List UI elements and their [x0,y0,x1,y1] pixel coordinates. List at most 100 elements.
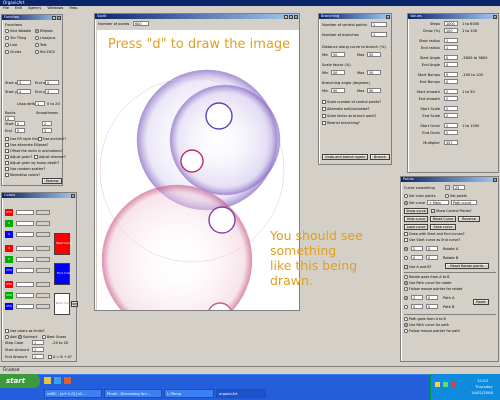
values-row-field[interactable]: 0 [444,79,458,84]
rotate-b-y-field[interactable]: 0 [426,255,438,260]
taskbar-item[interactable]: Phobi - Discussing Ani... [104,389,162,398]
taskbar-item-active[interactable]: organicArt [216,389,266,398]
use-a-and-b-checkbox[interactable]: ✓ Use A and B? [404,265,431,269]
rotate-b-x-field[interactable]: 0 [411,255,423,260]
best-guess-radio[interactable]: Best Guess [42,335,66,339]
path-b-radio[interactable] [404,305,408,309]
rotate-a-y-field[interactable]: 0 [426,246,438,251]
color-channel-spinner[interactable] [36,257,50,262]
color-channel-field[interactable] [16,304,34,309]
branches-field[interactable]: 1 [371,32,387,37]
function-checkbox[interactable]: Normalise colors? [5,173,40,177]
function-radio[interactable]: Circles [5,50,21,54]
branching-checkbox[interactable]: Scale factor as branch point? [322,114,376,118]
color-channel-spinner[interactable] [36,268,50,273]
menu-file[interactable]: File [3,6,9,11]
use-colors-limits-checkbox[interactable]: Use colors as limits? [5,329,45,333]
color-channel-field[interactable] [16,268,34,273]
color-channel-field[interactable] [16,210,34,215]
start-amount-field[interactable]: 1 [32,347,44,352]
function-checkbox[interactable]: Use archim2? [38,137,66,141]
values-row-field[interactable]: 2 [444,130,458,135]
end-amount-field[interactable]: 1 [32,354,44,359]
number-of-points-field[interactable]: 600 [133,21,149,26]
set-points-radio[interactable]: Set points [445,194,467,198]
minimize-icon[interactable]: _ [284,14,288,19]
values-row-field[interactable]: 2 [444,106,458,111]
rotate-b-radio[interactable] [404,256,408,260]
path-a-x-field[interactable]: 2 [411,295,423,300]
menu-edit[interactable]: Edit [15,6,22,11]
rotate-goes-radio[interactable]: Rotate goes from A to B [404,275,450,279]
color-channel-field[interactable] [16,246,34,251]
color-channel-field[interactable] [16,232,34,237]
values-row-field[interactable]: 1000 [444,21,458,26]
menu-help[interactable]: Help [69,6,77,11]
path-curve-select[interactable]: Path curve [451,200,477,205]
scale-max-field[interactable]: 50 [367,70,381,75]
values-row-field[interactable]: 100 [444,28,458,33]
end-a-field[interactable]: 5 [45,80,59,85]
quick-launch-icon[interactable] [44,377,51,384]
smooth-end-field[interactable]: 3 [42,128,52,133]
path-a-radio[interactable] [404,296,408,300]
menu-windows[interactable]: Windows [47,6,63,11]
redraw-button[interactable]: Redraw [42,178,62,184]
reverse-button[interactable]: Reverse [458,216,480,222]
values-row-field[interactable]: 1 [444,45,458,50]
function-checkbox[interactable]: Offset the rocks in animations? [5,149,63,153]
start-field[interactable]: 0 [15,121,25,126]
color-channel-spinner[interactable] [36,293,50,298]
path-a-y-field[interactable]: 0 [426,295,438,300]
set-color-button[interactable]: Set [71,301,78,307]
scale-min-field[interactable]: 50 [331,70,345,75]
curve-smoothing-field[interactable]: 25 [453,185,465,190]
values-row-field[interactable]: 2 [444,96,458,101]
quick-launch-icon[interactable] [54,377,61,384]
path-b-y-field[interactable]: 0 [426,304,438,309]
color-channel-spinner[interactable] [36,282,50,287]
minimize-icon[interactable]: _ [52,15,56,20]
close-icon[interactable]: x [294,14,298,19]
show-curve-button[interactable]: Show curve [404,208,428,214]
angle-max-field[interactable]: 90 [367,88,381,93]
values-row-field[interactable]: 0 [444,62,458,67]
reset-rotate-points-button[interactable]: Reset Rotate points [445,263,489,269]
end-field[interactable]: 0 [15,128,25,133]
use-path-rotate-radio[interactable]: Use Path curve for rotate [404,281,451,285]
save-curve-button[interactable]: Save curve [430,224,456,230]
branching-checkbox[interactable]: Restrict branching? [322,121,360,125]
a-equals-b-plus-a-checkbox[interactable]: A = B + A? [48,355,72,359]
color-channel-spinner[interactable] [36,304,50,309]
dist-min-field[interactable]: 50 [331,52,345,57]
values-row-field[interactable]: 0 [444,55,458,60]
curve-smoothing-slider[interactable] [445,185,450,190]
main-select[interactable]: + Main [427,200,449,205]
end-y-field[interactable]: 4 [45,89,59,94]
function-radio[interactable]: fil/c1303 [35,50,55,54]
close-icon[interactable]: x [71,193,75,198]
follow-mouse-rotate-radio[interactable]: Follow mouse pointer for rotate [404,287,462,291]
reset-curve-button[interactable]: Reset Curve [430,216,456,222]
follow-mouse-path-radio[interactable]: Follow mouse pointer for path [404,329,460,333]
step-color-field[interactable]: 1 [32,340,44,345]
function-radio[interactable]: Lissajous [35,36,55,40]
set-curve-radio[interactable]: Set curve [404,201,425,205]
path-b-x-field[interactable]: 0 [411,304,423,309]
menu-agency[interactable]: Agency [28,6,41,11]
color-channel-field[interactable] [16,221,34,226]
lissa-delta-field[interactable]: 1 [35,101,45,106]
drawing-canvas[interactable] [97,30,299,310]
color-channel-field[interactable] [16,282,34,287]
set-color-points-radio[interactable]: Set color points [404,194,436,198]
branching-checkbox[interactable]: Alternate anti/clockwise? [322,107,369,111]
close-icon[interactable]: x [57,15,61,20]
color-channel-spinner[interactable] [36,221,50,226]
branch-button[interactable]: Branch [370,154,390,160]
taskbar-item[interactable]: L:/Temp [164,389,214,398]
angle-min-field[interactable]: 90 [331,88,345,93]
color-channel-spinner[interactable] [36,246,50,251]
tray-icon[interactable] [443,382,448,387]
close-icon[interactable]: x [493,177,497,182]
rocks-field[interactable]: 0 [5,116,15,121]
